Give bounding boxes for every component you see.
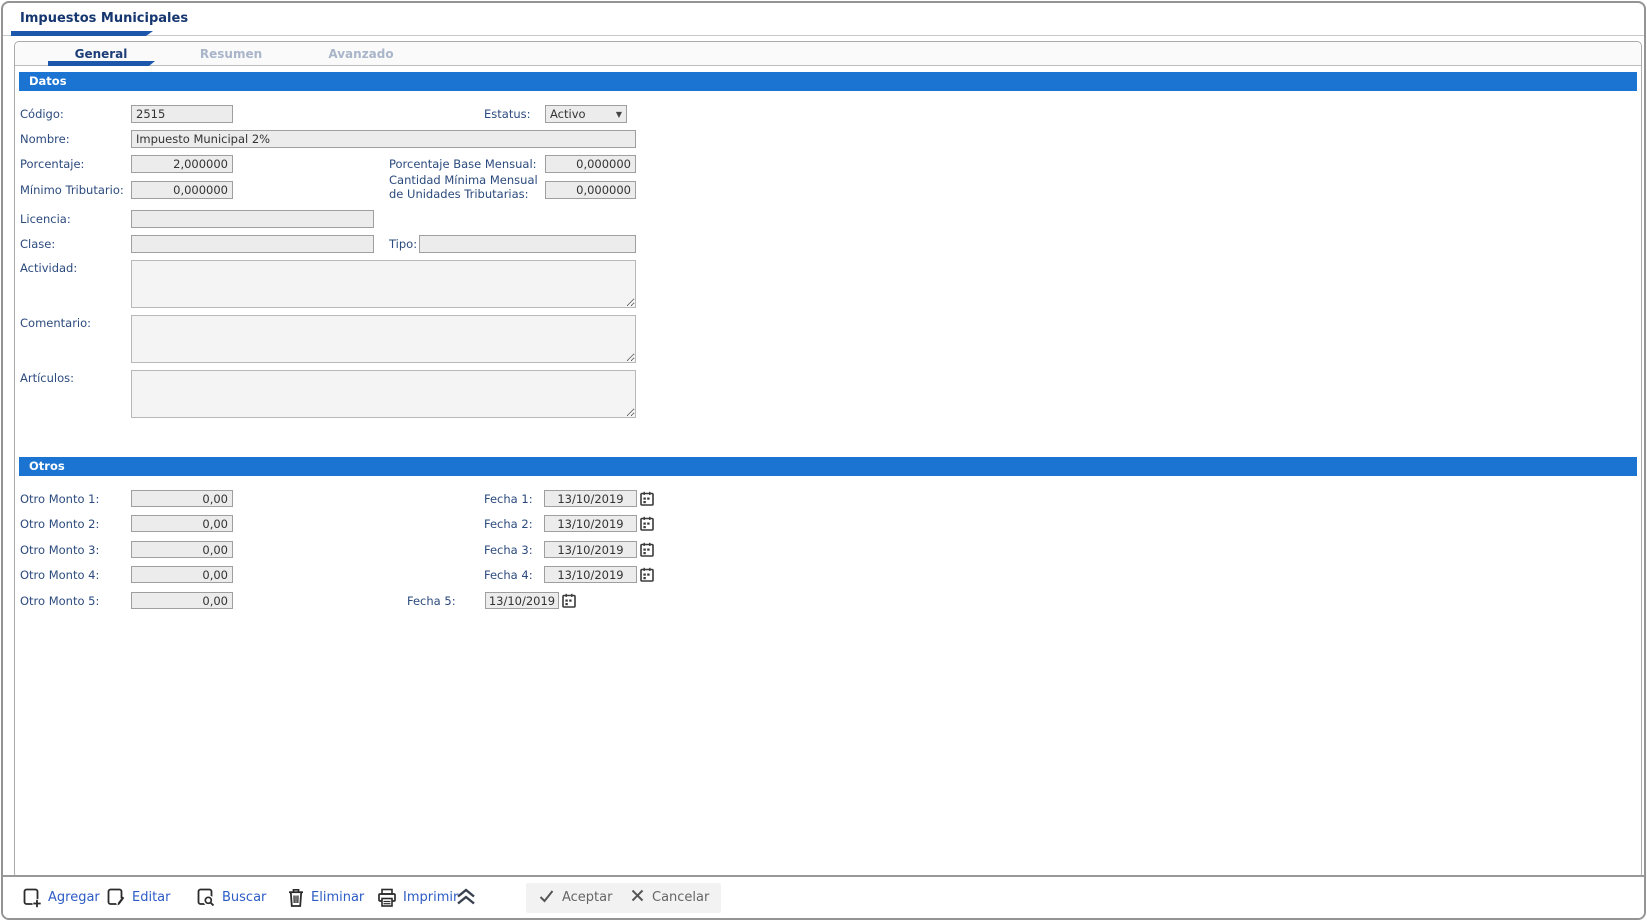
active-window-tab-underline: [11, 31, 153, 36]
articulos-label: Artículos:: [20, 371, 74, 385]
porcentaje-base-mensual-label: Porcentaje Base Mensual:: [389, 157, 537, 171]
cantidad-minima-mensual-input[interactable]: [545, 181, 636, 199]
edit-document-icon: [107, 888, 126, 908]
fecha-4-input[interactable]: [544, 566, 637, 583]
imprimir-label: Imprimir: [403, 890, 458, 905]
fecha-5-input[interactable]: [485, 592, 559, 609]
fecha-2-calendar-icon[interactable]: [640, 516, 654, 532]
collapse-toolbar-chevron-icon[interactable]: [455, 886, 477, 909]
editar-label: Editar: [132, 890, 171, 905]
estatus-label: Estatus:: [484, 107, 530, 121]
fecha-3-label: Fecha 3:: [484, 543, 533, 557]
nombre-input[interactable]: [131, 130, 636, 148]
actividad-textarea[interactable]: [131, 260, 636, 308]
comentario-textarea[interactable]: [131, 315, 636, 363]
otro-monto-5-label: Otro Monto 5:: [20, 594, 99, 608]
imprimir-button[interactable]: Imprimir: [377, 888, 458, 908]
estatus-select[interactable]: Activo ▼: [545, 105, 627, 123]
editar-button[interactable]: Editar: [107, 888, 171, 908]
otro-monto-2-label: Otro Monto 2:: [20, 517, 99, 531]
active-tab-underline: [48, 61, 155, 66]
check-icon: [538, 888, 555, 908]
otro-monto-3-input[interactable]: [131, 541, 233, 558]
porcentaje-label: Porcentaje:: [20, 157, 84, 171]
licencia-label: Licencia:: [20, 212, 71, 226]
tab-strip: General Resumen Avanzado: [15, 42, 1641, 66]
main-panel: General Resumen Avanzado Datos Código: E…: [14, 41, 1642, 879]
nombre-label: Nombre:: [20, 132, 70, 146]
window-tab-bar: Impuestos Municipales: [3, 3, 1644, 36]
app-window: Impuestos Municipales General Resumen Av…: [1, 1, 1646, 920]
articulos-textarea[interactable]: [131, 370, 636, 418]
close-icon: [630, 888, 645, 907]
eliminar-button[interactable]: Eliminar: [287, 888, 364, 908]
bottom-toolbar: Agregar Editar Buscar Eliminar Imprimir: [3, 875, 1644, 918]
codigo-label: Código:: [20, 107, 64, 121]
tab-resumen-label: Resumen: [200, 47, 262, 61]
fecha-3-input[interactable]: [544, 541, 637, 558]
codigo-input[interactable]: [131, 105, 233, 123]
tipo-input[interactable]: [419, 235, 636, 253]
cancelar-label: Cancelar: [652, 890, 709, 905]
tab-general-label: General: [75, 47, 128, 61]
cancelar-button[interactable]: Cancelar: [618, 883, 721, 913]
comentario-label: Comentario:: [20, 316, 91, 330]
fecha-4-label: Fecha 4:: [484, 568, 533, 582]
tipo-label: Tipo:: [389, 237, 417, 251]
add-document-icon: [23, 888, 42, 908]
fecha-2-label: Fecha 2:: [484, 517, 533, 531]
section-header-datos: Datos: [19, 72, 1637, 91]
aceptar-label: Aceptar: [562, 890, 612, 905]
estatus-selected-value: Activo: [550, 107, 586, 121]
otro-monto-2-input[interactable]: [131, 515, 233, 532]
tab-general[interactable]: General: [36, 42, 166, 65]
window-title: Impuestos Municipales: [20, 11, 188, 26]
otro-monto-1-input[interactable]: [131, 490, 233, 507]
cantidad-minima-mensual-label: Cantidad Mínima Mensual de Unidades Trib…: [389, 173, 543, 201]
tab-avanzado[interactable]: Avanzado: [296, 42, 426, 65]
porcentaje-base-mensual-input[interactable]: [545, 155, 636, 173]
fecha-3-calendar-icon[interactable]: [640, 542, 654, 558]
fecha-4-calendar-icon[interactable]: [640, 567, 654, 583]
otro-monto-4-label: Otro Monto 4:: [20, 568, 99, 582]
fecha-5-label: Fecha 5:: [407, 594, 456, 608]
clase-label: Clase:: [20, 237, 55, 251]
fecha-2-input[interactable]: [544, 515, 637, 532]
minimo-tributario-label: Mínimo Tributario:: [20, 183, 124, 197]
agregar-label: Agregar: [48, 890, 100, 905]
section-header-otros: Otros: [19, 457, 1637, 476]
licencia-input[interactable]: [131, 210, 374, 228]
select-arrow-icon: ▼: [616, 110, 622, 119]
fecha-1-calendar-icon[interactable]: [640, 491, 654, 507]
fecha-1-label: Fecha 1:: [484, 492, 533, 506]
trash-icon: [287, 888, 305, 908]
tab-avanzado-label: Avanzado: [328, 47, 393, 61]
actividad-label: Actividad:: [20, 261, 77, 275]
tab-resumen[interactable]: Resumen: [166, 42, 296, 65]
otro-monto-3-label: Otro Monto 3:: [20, 543, 99, 557]
otro-monto-4-input[interactable]: [131, 566, 233, 583]
clase-input[interactable]: [131, 235, 374, 253]
buscar-label: Buscar: [222, 890, 266, 905]
agregar-button[interactable]: Agregar: [23, 888, 100, 908]
search-document-icon: [197, 888, 216, 908]
buscar-button[interactable]: Buscar: [197, 888, 266, 908]
printer-icon: [377, 888, 397, 908]
form-content: Datos Código: Estatus: Activo ▼ Nombre: …: [16, 67, 1640, 877]
fecha-1-input[interactable]: [544, 490, 637, 507]
minimo-tributario-input[interactable]: [131, 181, 233, 199]
otro-monto-5-input[interactable]: [131, 592, 233, 609]
eliminar-label: Eliminar: [311, 890, 364, 905]
aceptar-button[interactable]: Aceptar: [526, 883, 624, 913]
fecha-5-calendar-icon[interactable]: [562, 593, 576, 609]
porcentaje-input[interactable]: [131, 155, 233, 173]
otro-monto-1-label: Otro Monto 1:: [20, 492, 99, 506]
